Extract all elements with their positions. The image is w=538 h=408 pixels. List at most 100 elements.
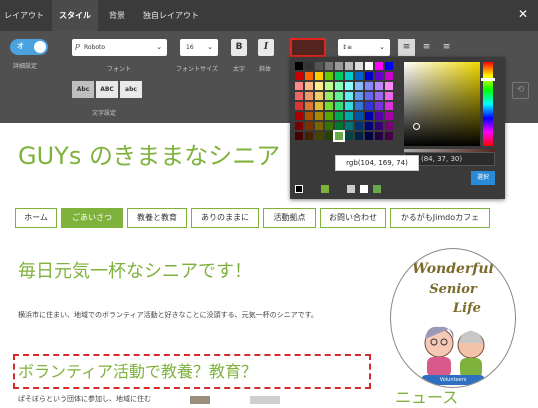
color-swatch[interactable] [355, 132, 363, 140]
recent-color-swatch[interactable] [295, 185, 303, 193]
color-swatch[interactable] [375, 92, 383, 100]
tab-custom-layout[interactable]: 独自レイアウト [136, 0, 206, 31]
reset-icon[interactable]: ⟲ [512, 82, 529, 99]
color-swatch[interactable] [325, 122, 333, 130]
recent-color-swatch[interactable] [321, 185, 329, 193]
color-swatch[interactable] [335, 102, 343, 110]
font-select[interactable]: 𝘗 Roboto ⌄ [72, 39, 167, 56]
color-swatch[interactable] [385, 92, 393, 100]
recent-color-swatch[interactable] [308, 185, 316, 193]
color-swatch[interactable] [345, 122, 353, 130]
color-swatch[interactable] [325, 102, 333, 110]
selected-swatch[interactable] [333, 130, 345, 142]
color-swatch[interactable] [375, 102, 383, 110]
color-swatch[interactable] [325, 132, 333, 140]
color-swatch[interactable] [385, 82, 393, 90]
close-icon[interactable]: ✕ [518, 7, 528, 21]
color-swatch[interactable] [305, 62, 313, 70]
saturation-field[interactable] [404, 62, 480, 146]
color-swatch[interactable] [345, 112, 353, 120]
color-swatch[interactable] [355, 72, 363, 80]
color-swatch[interactable] [345, 62, 353, 70]
color-swatch[interactable] [315, 112, 323, 120]
italic-button[interactable]: I [258, 39, 274, 56]
color-swatch[interactable] [325, 112, 333, 120]
color-swatch[interactable] [315, 62, 323, 70]
color-swatch[interactable] [355, 62, 363, 70]
color-swatch[interactable] [375, 62, 383, 70]
bold-button[interactable]: B [231, 39, 247, 56]
color-swatch[interactable] [345, 72, 353, 80]
color-swatch[interactable] [305, 92, 313, 100]
color-swatch[interactable] [365, 132, 373, 140]
tab-background[interactable]: 背景 [102, 0, 132, 31]
saturation-cursor[interactable] [413, 123, 420, 130]
font-color-button[interactable] [290, 38, 326, 57]
detail-toggle[interactable]: オ [10, 39, 48, 55]
color-swatch[interactable] [315, 102, 323, 110]
align-center-icon[interactable]: ≡ [418, 39, 435, 56]
color-swatch[interactable] [295, 92, 303, 100]
color-swatch[interactable] [335, 122, 343, 130]
align-right-icon[interactable]: ≡ [438, 39, 455, 56]
color-swatch[interactable] [305, 72, 313, 80]
color-swatch[interactable] [355, 82, 363, 90]
tab-layout[interactable]: レイアウト [0, 0, 48, 31]
color-swatch[interactable] [335, 112, 343, 120]
color-swatch[interactable] [335, 92, 343, 100]
color-swatch[interactable] [365, 92, 373, 100]
color-swatch[interactable] [335, 82, 343, 90]
color-swatch[interactable] [315, 92, 323, 100]
color-swatch[interactable] [375, 72, 383, 80]
color-swatch[interactable] [305, 122, 313, 130]
color-swatch[interactable] [295, 72, 303, 80]
nav-jimdo-cafe[interactable]: かるがもJimdoカフェ [390, 208, 490, 228]
color-swatch[interactable] [295, 82, 303, 90]
color-swatch[interactable] [295, 122, 303, 130]
color-swatch[interactable] [385, 72, 393, 80]
color-swatch[interactable] [315, 122, 323, 130]
nav-home[interactable]: ホーム [15, 208, 57, 228]
section-heading[interactable]: ボランティア活動で教養？教育？ [18, 358, 257, 382]
hue-slider[interactable] [483, 62, 493, 146]
align-left-icon[interactable]: ≡ [398, 39, 415, 56]
recent-color-swatch[interactable] [347, 185, 355, 193]
color-swatch[interactable] [325, 92, 333, 100]
color-swatch[interactable] [295, 112, 303, 120]
color-swatch[interactable] [335, 62, 343, 70]
color-swatch[interactable] [295, 132, 303, 140]
case-upper-button[interactable]: ABC [96, 81, 118, 98]
color-swatch[interactable] [295, 102, 303, 110]
recent-color-swatch[interactable] [334, 185, 342, 193]
nav-contact[interactable]: お問い合わせ [320, 208, 386, 228]
color-swatch[interactable] [315, 82, 323, 90]
color-swatch[interactable] [385, 132, 393, 140]
color-swatch[interactable] [355, 112, 363, 120]
tab-style[interactable]: スタイル [52, 0, 98, 31]
color-swatch[interactable] [355, 102, 363, 110]
font-size-select[interactable]: 16 ⌄ [180, 39, 218, 56]
color-swatch[interactable] [335, 72, 343, 80]
color-swatch[interactable] [355, 122, 363, 130]
color-swatch[interactable] [365, 82, 373, 90]
color-swatch[interactable] [365, 112, 373, 120]
color-swatch[interactable] [385, 112, 393, 120]
nav-as-is[interactable]: ありのままに [191, 208, 259, 228]
color-swatch[interactable] [305, 102, 313, 110]
hue-handle[interactable] [481, 78, 495, 81]
color-swatch[interactable] [305, 112, 313, 120]
color-swatch[interactable] [375, 112, 383, 120]
color-swatch[interactable] [365, 102, 373, 110]
case-capitalize-button[interactable]: Abc [72, 81, 94, 98]
color-swatch[interactable] [375, 82, 383, 90]
color-swatch[interactable] [305, 82, 313, 90]
color-swatch[interactable] [375, 132, 383, 140]
color-swatch[interactable] [315, 72, 323, 80]
color-swatch[interactable] [325, 72, 333, 80]
color-swatch[interactable] [355, 92, 363, 100]
recent-color-swatch[interactable] [373, 185, 381, 193]
color-swatch[interactable] [305, 132, 313, 140]
nav-activity-base[interactable]: 活動拠点 [263, 208, 316, 228]
color-swatch[interactable] [315, 132, 323, 140]
color-swatch[interactable] [325, 82, 333, 90]
